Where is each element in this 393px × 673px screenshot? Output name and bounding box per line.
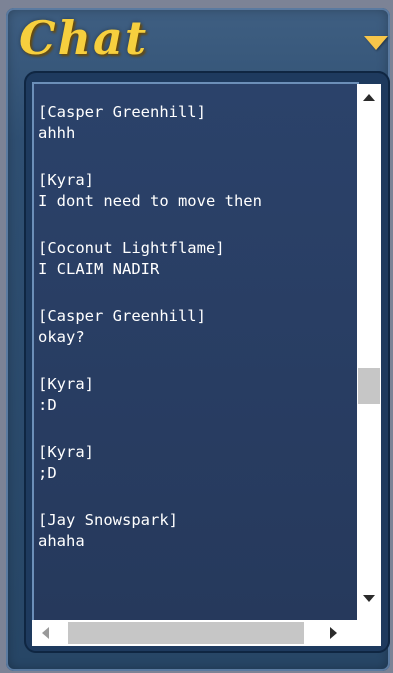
message-text: ahhh [38, 124, 76, 142]
message-sender: [Casper Greenhill] [38, 307, 206, 325]
collapse-chat-icon[interactable] [364, 36, 388, 50]
message-text: :D [38, 396, 57, 414]
arrow-left-icon[interactable] [42, 627, 49, 639]
scrollbar-corner [357, 620, 381, 646]
message-sender: [Coconut Lightflame] [38, 239, 225, 257]
message-sender: [Jay Snowspark] [38, 511, 178, 529]
chat-message: [Jay Snowspark] ahaha [38, 510, 355, 552]
message-text: okay? [38, 328, 85, 346]
message-sender: [Kyra] [38, 443, 94, 461]
chat-message: [Kyra] :D [38, 374, 355, 416]
arrow-right-icon[interactable] [330, 627, 337, 639]
message-sender: [Kyra] [38, 375, 94, 393]
message-text: I CLAIM NADIR [38, 260, 160, 278]
message-sender: [Kyra] [38, 171, 94, 189]
horizontal-scrollbar[interactable] [32, 620, 357, 646]
chat-message: [Coconut Lightflame] I CLAIM NADIR [38, 238, 355, 280]
horizontal-scroll-thumb[interactable] [68, 622, 304, 644]
chat-message: [Kyra] I dont need to move then [38, 170, 355, 212]
arrow-up-icon[interactable] [363, 94, 375, 101]
chat-message: [Casper Greenhill] okay? [38, 306, 355, 348]
message-sender: [Casper Greenhill] [38, 103, 206, 121]
chat-log[interactable]: [Casper Greenhill] ahhh [Kyra] I dont ne… [32, 82, 359, 622]
chat-message: [Casper Greenhill] ahhh [38, 102, 355, 144]
chat-message: [Kyra] ;D [38, 442, 355, 484]
vertical-scroll-thumb[interactable] [358, 368, 380, 404]
vertical-scrollbar[interactable] [357, 84, 381, 620]
message-text: ahaha [38, 532, 85, 550]
message-list: [Casper Greenhill] ahhh [Kyra] I dont ne… [38, 102, 355, 578]
message-text: I dont need to move then [38, 192, 262, 210]
message-text: ;D [38, 464, 57, 482]
chat-title: Chat [19, 11, 149, 65]
arrow-down-icon[interactable] [363, 595, 375, 602]
